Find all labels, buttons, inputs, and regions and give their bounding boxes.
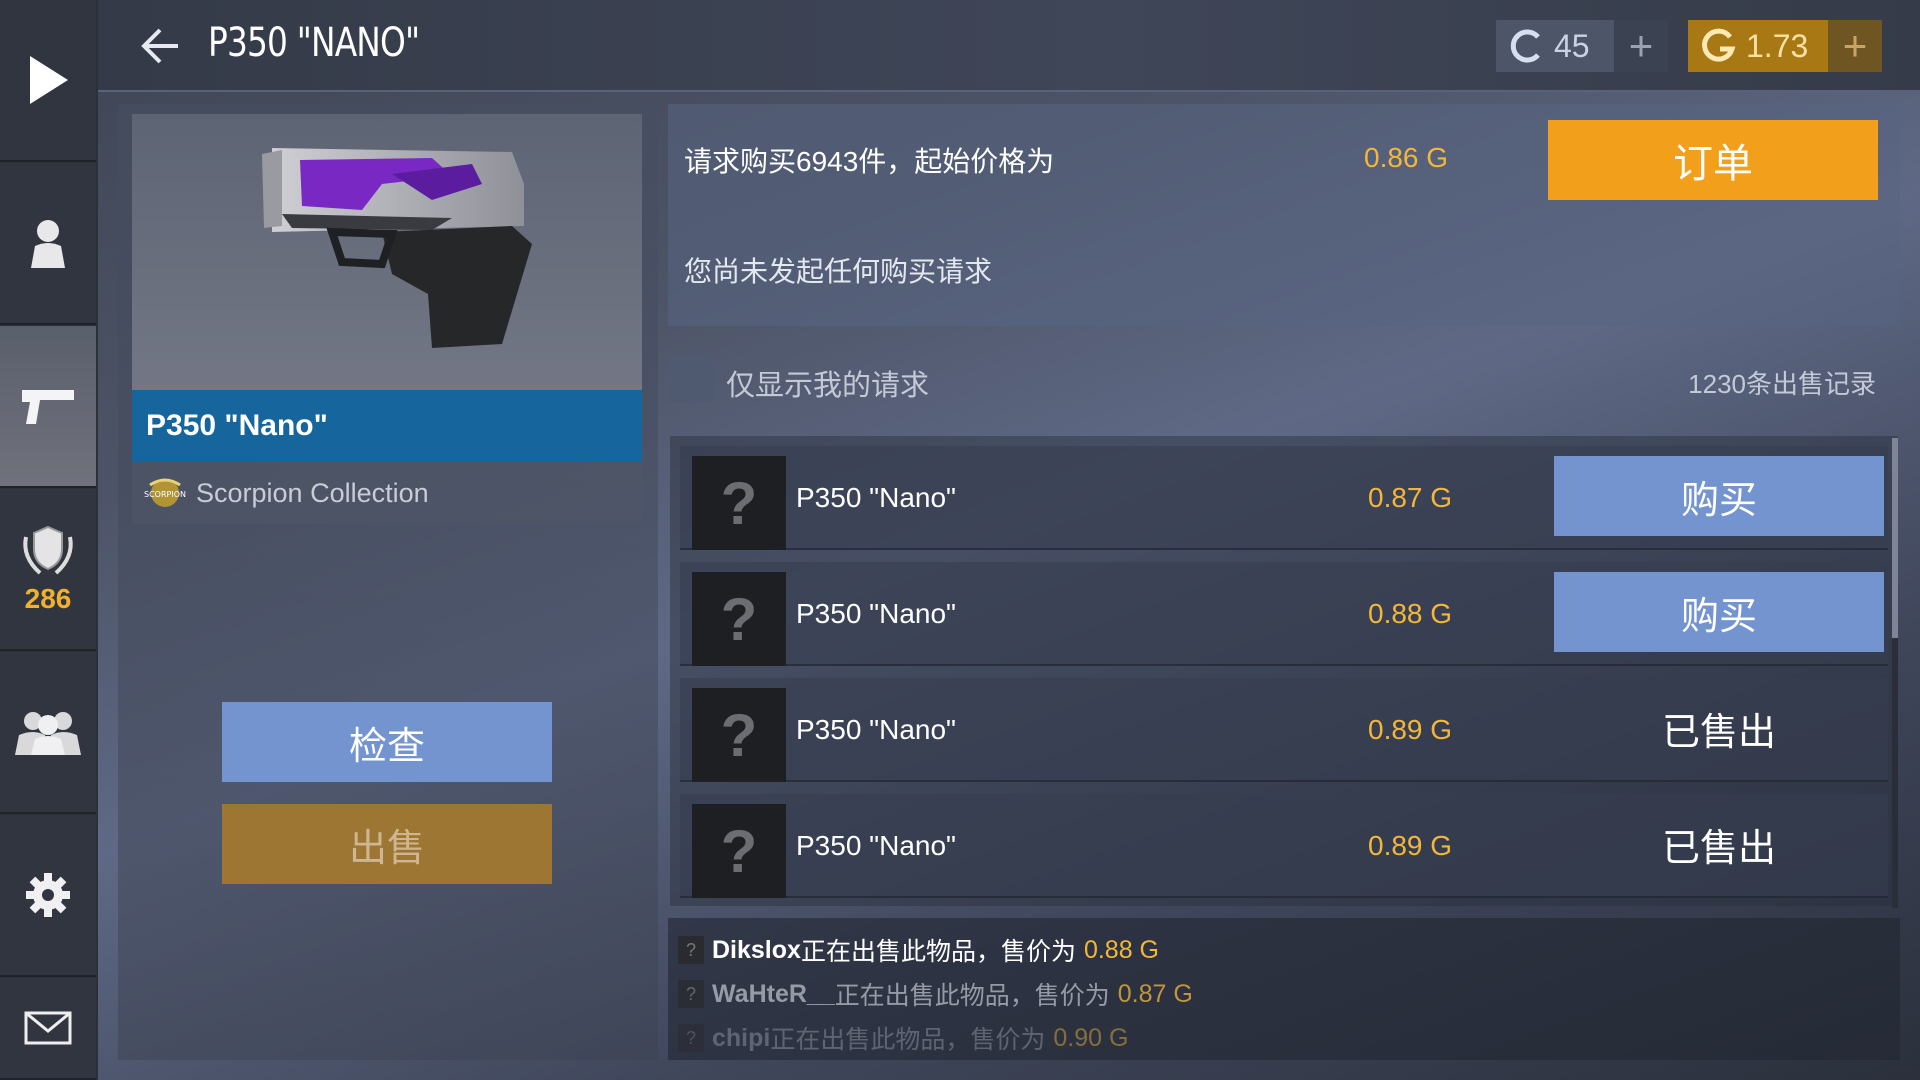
order-request-text: 请求购买6943件，起始价格为 <box>684 146 1055 177</box>
feed-text: 正在出售此物品，售价为 <box>770 1026 1046 1054</box>
filter-row: 仅显示我的请求 1230条出售记录 <box>668 356 1900 402</box>
sidebar-item-profile[interactable] <box>0 163 96 325</box>
back-arrow-icon <box>141 28 178 64</box>
sidebar-item-settings[interactable] <box>0 815 96 977</box>
currency-g-value: 1.73 <box>1746 27 1809 64</box>
show-my-requests-checkbox[interactable] <box>668 356 714 402</box>
currency-c-value-box: 45 <box>1496 20 1614 72</box>
gear-icon <box>26 873 70 917</box>
listings-list: ? P350 "Nano" 0.87 G 购买 ? P350 "Nano" 0.… <box>670 436 1898 906</box>
scrollbar-thumb[interactable] <box>1892 438 1898 638</box>
feed-text: 正在出售此物品，售价为 <box>834 982 1110 1010</box>
unknown-seller-icon: ? <box>692 572 786 666</box>
scorpion-collection-logo: SCORPION <box>144 478 186 507</box>
sales-record-count: 1230条出售记录 <box>1688 369 1876 399</box>
unknown-user-icon: ? <box>678 936 704 964</box>
g-coin-icon <box>1702 28 1736 62</box>
currency-g-value-box: 1.73 <box>1688 20 1828 72</box>
listing-row: ? P350 "Nano" 0.89 G 已售出 <box>680 794 1888 898</box>
friends-icon <box>15 712 81 755</box>
rank-shield-icon <box>23 525 73 575</box>
collection-name: Scorpion Collection <box>196 477 429 508</box>
add-g-currency-button[interactable]: + <box>1828 20 1882 72</box>
sidebar-item-play[interactable] <box>0 0 96 162</box>
sold-status: 已售出 <box>1661 827 1776 870</box>
listing-name: P350 "Nano" <box>796 482 956 513</box>
back-button[interactable] <box>138 26 182 66</box>
feed-price: 0.90 G <box>1053 1023 1129 1052</box>
buy-button[interactable]: 购买 <box>1554 456 1884 536</box>
listing-name: P350 "Nano" <box>796 830 956 861</box>
svg-text:SCORPION: SCORPION <box>144 490 186 499</box>
unknown-user-icon: ? <box>678 980 704 1008</box>
sold-status: 已售出 <box>1661 711 1776 754</box>
sale-activity-feed: ? Dikslox 正在出售此物品，售价为 0.88 G ? WaHteR__ … <box>668 918 1900 1060</box>
no-requests-message: 您尚未发起任何购买请求 <box>684 256 993 287</box>
sidebar: 286 <box>0 0 98 1080</box>
listing-name: P350 "Nano" <box>796 714 956 745</box>
item-name-bar: P350 "Nano" <box>132 390 642 462</box>
profile-icon <box>31 220 65 268</box>
feed-item: ? Dikslox 正在出售此物品，售价为 0.88 G <box>678 932 1159 968</box>
buy-button[interactable]: 购买 <box>1554 572 1884 652</box>
item-image <box>132 114 642 390</box>
item-panel: P350 "Nano" SCORPION Scorpion Collection… <box>118 104 658 1060</box>
currency-c-balance: 45 + <box>1496 20 1668 72</box>
listing-price: 0.87 G <box>1368 482 1453 513</box>
feed-item: ? WaHteR__ 正在出售此物品，售价为 0.87 G <box>678 976 1193 1012</box>
page-title: P350 "NANO" <box>208 20 420 66</box>
sidebar-item-friends[interactable] <box>0 652 96 814</box>
unknown-seller-icon: ? <box>692 456 786 550</box>
inspect-button[interactable]: 检查 <box>222 702 552 782</box>
unknown-seller-icon: ? <box>692 804 786 898</box>
order-button[interactable]: 订单 <box>1548 120 1878 200</box>
pistol-icon <box>22 390 74 424</box>
rank-count: 286 <box>24 583 72 614</box>
sidebar-item-mail[interactable] <box>0 978 96 1080</box>
sidebar-item-rank[interactable]: 286 <box>0 489 96 651</box>
buy-order-panel: 请求购买6943件，起始价格为 0.86 G 订单 您尚未发起任何购买请求 <box>668 104 1900 326</box>
unknown-seller-icon: ? <box>692 688 786 782</box>
feed-user: chipi <box>712 1023 771 1052</box>
feed-text: 正在出售此物品，售价为 <box>800 938 1076 966</box>
add-c-currency-button[interactable]: + <box>1614 20 1668 72</box>
feed-price: 0.87 G <box>1117 979 1193 1008</box>
currency-c-value: 45 <box>1554 27 1590 64</box>
play-icon <box>30 56 68 104</box>
listing-name: P350 "Nano" <box>796 598 956 629</box>
sell-button[interactable]: 出售 <box>222 804 552 884</box>
feed-item: ? chipi 正在出售此物品，售价为 0.90 G <box>678 1020 1128 1056</box>
listings-scrollbar[interactable] <box>1892 438 1898 908</box>
feed-user: WaHteR__ <box>712 979 835 1008</box>
listing-row: ? P350 "Nano" 0.88 G 购买 <box>680 562 1888 666</box>
feed-user: Dikslox <box>712 935 801 964</box>
listing-price: 0.89 G <box>1368 714 1453 745</box>
listing-price: 0.88 G <box>1368 598 1453 629</box>
mail-icon <box>24 1011 72 1045</box>
top-bar: P350 "NANO" 45 + 1.73 + <box>98 0 1920 92</box>
feed-price: 0.88 G <box>1083 935 1160 964</box>
c-coin-icon <box>1510 29 1540 63</box>
pistol-skin-image <box>262 148 532 348</box>
listing-row: ? P350 "Nano" 0.89 G 已售出 <box>680 678 1888 782</box>
currency-g-balance: 1.73 + <box>1688 20 1882 72</box>
show-my-requests-label[interactable]: 仅显示我的请求 <box>726 362 929 404</box>
listing-price: 0.89 G <box>1368 830 1453 861</box>
order-start-price: 0.86 G <box>1364 142 1449 173</box>
sidebar-item-weapons[interactable] <box>0 326 96 488</box>
collection-row: SCORPION Scorpion Collection <box>132 462 642 524</box>
listing-row: ? P350 "Nano" 0.87 G 购买 <box>680 446 1888 550</box>
unknown-user-icon: ? <box>678 1024 704 1052</box>
